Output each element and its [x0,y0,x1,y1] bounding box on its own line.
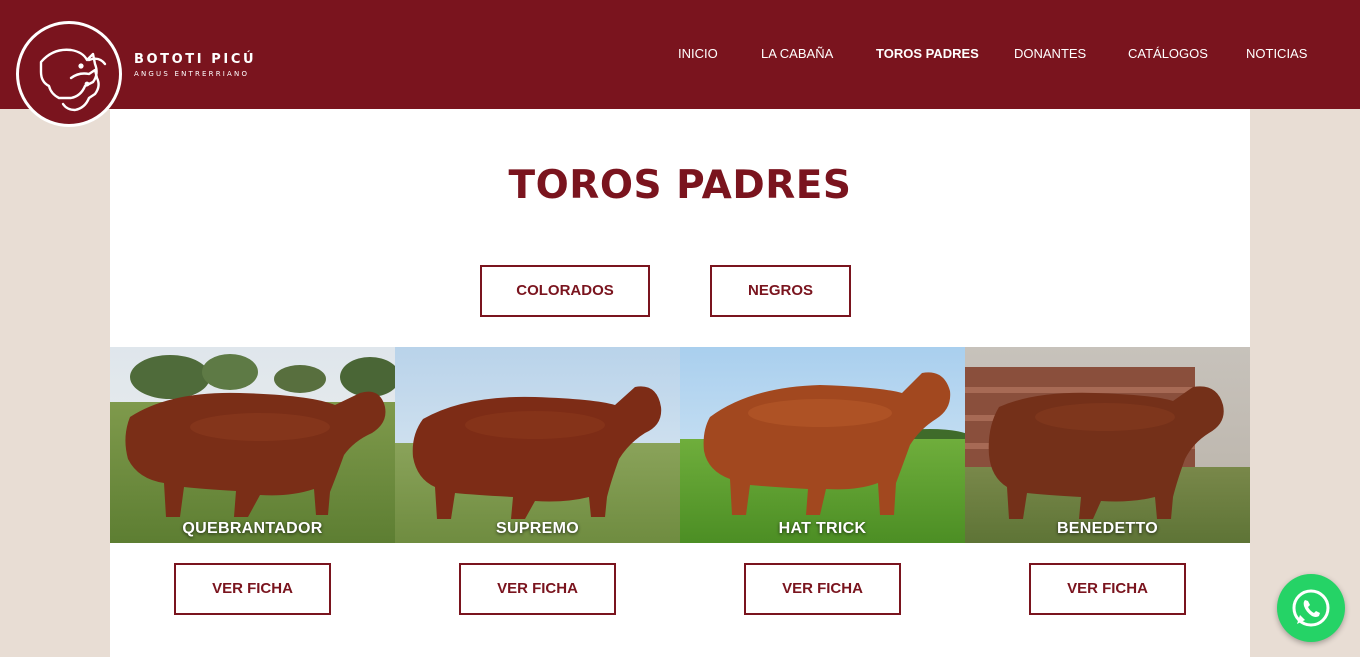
bull-photo [965,347,1250,543]
sheep-logo-icon[interactable] [16,21,122,127]
bull-name: BENEDETTO [1056,520,1159,537]
filter-negros-button[interactable]: NEGROS [710,265,851,317]
whatsapp-icon [1292,589,1330,627]
ver-ficha-button-benedetto[interactable]: VER FICHA [1029,563,1186,615]
bull-photo [680,347,965,543]
bull-card-quebrantador[interactable]: QUEBRANTADOR [110,347,395,543]
bull-grid: QUEBRANTADOR SUPREMO HAT TRICK BENEDETTO [110,347,1250,543]
bull-name: SUPREMO [496,520,579,537]
nav-item-inicio[interactable]: INICIO [678,46,718,61]
nav-item-la-cabana[interactable]: LA CABAÑA [761,46,833,61]
bull-name: QUEBRANTADOR [182,520,323,537]
nav-item-catalogos[interactable]: CATÁLOGOS [1128,46,1208,61]
nav-item-donantes[interactable]: DONANTES [1014,46,1086,61]
ver-ficha-button-hat-trick[interactable]: VER FICHA [744,563,901,615]
site-header: BOTOTI PICÚ ANGUS ENTRERRIANO INICIO LA … [0,0,1360,109]
ver-ficha-button-supremo[interactable]: VER FICHA [459,563,616,615]
main-nav: INICIO LA CABAÑA TOROS PADRES DONANTES C… [0,46,1360,66]
bull-card-supremo[interactable]: SUPREMO [395,347,680,543]
bull-card-benedetto[interactable]: BENEDETTO [965,347,1250,543]
bull-card-hat-trick[interactable]: HAT TRICK [680,347,965,543]
whatsapp-button[interactable] [1277,574,1345,642]
nav-item-toros-padres[interactable]: TOROS PADRES [876,46,979,61]
brand-subtitle: ANGUS ENTRERRIANO [134,70,250,78]
bull-photo [110,347,395,543]
ver-ficha-button-quebrantador[interactable]: VER FICHA [174,563,331,615]
bull-photo [395,347,680,543]
filter-colorados-button[interactable]: COLORADOS [480,265,650,317]
page-title: TOROS PADRES [508,163,852,208]
bull-name: HAT TRICK [778,520,867,537]
nav-item-noticias[interactable]: NOTICIAS [1246,46,1307,61]
main-content: TOROS PADRES COLORADOS NEGROS QUEBRANTAD… [110,109,1250,657]
